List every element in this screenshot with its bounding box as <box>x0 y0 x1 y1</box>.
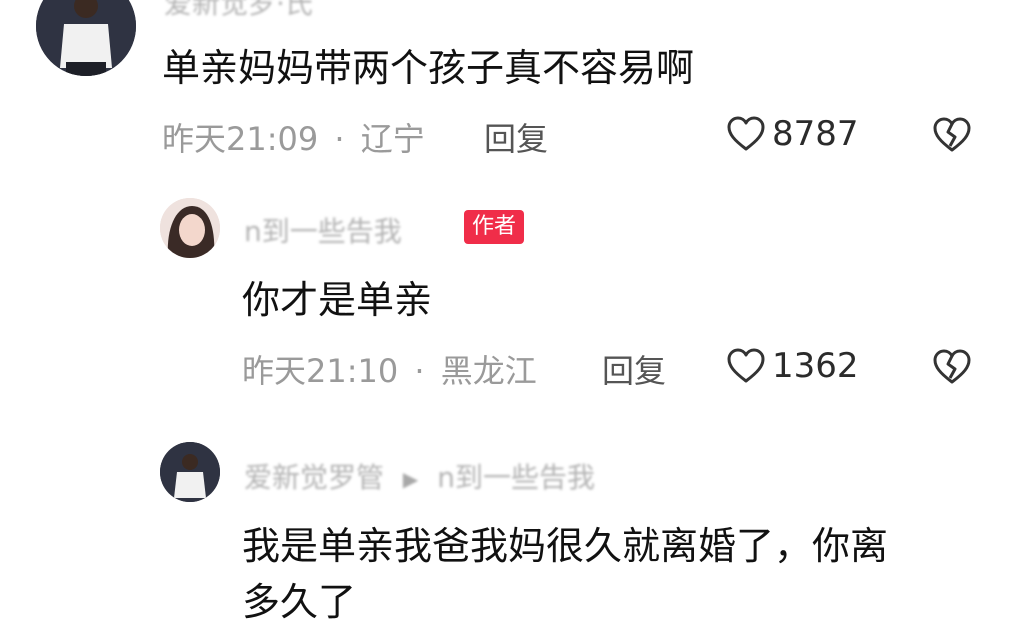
comment-meta: 昨天21:10 · 黑龙江 <box>242 346 537 392</box>
comment-3: 爱新觉罗管 ▶ n到一些告我 我是单亲我爸我妈很久就离婚了，你离 多久了 <box>0 430 1015 634</box>
heart-outline-icon <box>727 348 765 383</box>
reply-button[interactable]: 回复 <box>602 346 666 392</box>
broken-heart-icon <box>933 349 971 384</box>
reply-to-username[interactable]: n到一些告我 <box>437 461 595 494</box>
avatar[interactable] <box>36 0 136 76</box>
meta-separator: · <box>414 352 425 390</box>
avatar-image <box>36 0 136 76</box>
comment-username[interactable]: 爱新觉罗·氏 <box>164 0 313 22</box>
reply-arrow-icon: ▶ <box>402 467 419 491</box>
like-count: 1362 <box>772 346 859 386</box>
avatar-image <box>160 442 220 502</box>
broken-heart-icon <box>933 117 971 152</box>
comment-username[interactable]: n到一些告我 <box>244 210 402 250</box>
like-button[interactable]: 8787 <box>726 114 859 154</box>
meta-separator: · <box>334 120 345 158</box>
comment-location: 辽宁 <box>360 120 425 158</box>
dislike-button[interactable] <box>932 116 972 154</box>
comment-username-line: 爱新觉罗管 ▶ n到一些告我 <box>244 456 595 496</box>
comment-1: 爱新觉罗·氏 单亲妈妈带两个孩子真不容易啊 昨天21:09 · 辽宁 回复 87… <box>0 0 1015 170</box>
comment-time: 昨天21:10 <box>242 352 399 390</box>
comment-text: 单亲妈妈带两个孩子真不容易啊 <box>162 46 695 90</box>
reply-button[interactable]: 回复 <box>484 114 548 160</box>
comment-text: 你才是单亲 <box>242 278 433 322</box>
comment-time: 昨天21:09 <box>162 120 319 158</box>
avatar-image <box>160 198 220 258</box>
comment-2: n到一些告我 作者 你才是单亲 昨天21:10 · 黑龙江 回复 1362 <box>0 190 1015 410</box>
comment-username[interactable]: 爱新觉罗管 <box>244 461 384 494</box>
avatar[interactable] <box>160 442 220 502</box>
author-badge: 作者 <box>464 210 525 244</box>
dislike-button[interactable] <box>932 348 972 386</box>
like-button[interactable]: 1362 <box>726 346 859 386</box>
avatar[interactable] <box>160 198 220 258</box>
comment-text-line-2: 多久了 <box>242 580 357 624</box>
comment-text-line-1: 我是单亲我爸我妈很久就离婚了，你离 <box>242 524 889 568</box>
like-count: 8787 <box>772 114 859 154</box>
comment-meta: 昨天21:09 · 辽宁 <box>162 114 425 160</box>
comment-location: 黑龙江 <box>440 352 537 390</box>
heart-outline-icon <box>727 116 765 151</box>
